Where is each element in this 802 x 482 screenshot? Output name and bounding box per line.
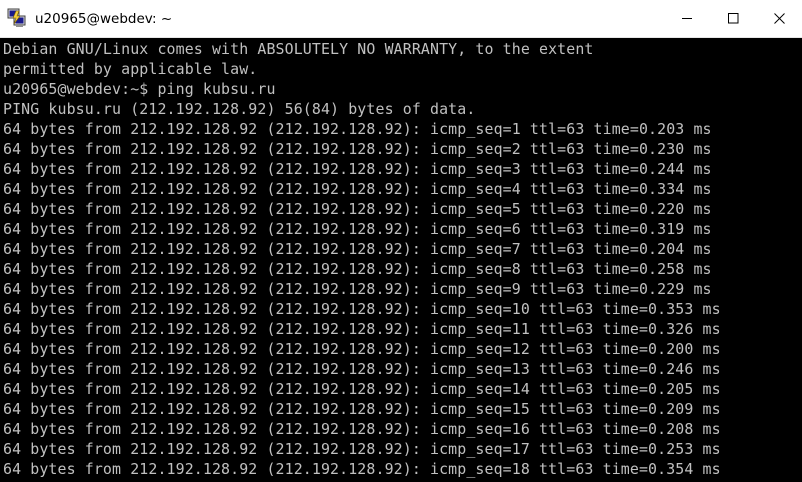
terminal-line: 64 bytes from 212.192.128.92 (212.192.12… [3,460,721,478]
terminal-line: permitted by applicable law. [3,60,258,78]
terminal-line: 64 bytes from 212.192.128.92 (212.192.12… [3,440,721,458]
terminal-line: 64 bytes from 212.192.128.92 (212.192.12… [3,400,721,418]
putty-app-icon[interactable] [7,8,27,28]
terminal-line: 64 bytes from 212.192.128.92 (212.192.12… [3,200,712,218]
terminal-line: 64 bytes from 212.192.128.92 (212.192.12… [3,360,721,378]
maximize-icon [728,13,739,24]
window-title: u20965@webdev: ~ [35,11,173,27]
title-bar[interactable]: u20965@webdev: ~ [0,0,802,38]
terminal-output[interactable]: Debian GNU/Linux comes with ABSOLUTELY N… [0,38,802,482]
terminal-line: PING kubsu.ru (212.192.128.92) 56(84) by… [3,100,476,118]
terminal-line: 64 bytes from 212.192.128.92 (212.192.12… [3,180,712,198]
close-icon [774,13,785,24]
minimize-icon [682,18,692,19]
terminal-line: 64 bytes from 212.192.128.92 (212.192.12… [3,140,712,158]
terminal-line: u20965@webdev:~$ ping kubsu.ru [3,80,276,98]
terminal-line: 64 bytes from 212.192.128.92 (212.192.12… [3,260,712,278]
terminal-line: 64 bytes from 212.192.128.92 (212.192.12… [3,420,721,438]
terminal-line: 64 bytes from 212.192.128.92 (212.192.12… [3,280,712,298]
terminal-line: 64 bytes from 212.192.128.92 (212.192.12… [3,120,712,138]
terminal-line: 64 bytes from 212.192.128.92 (212.192.12… [3,240,712,258]
terminal-line: 64 bytes from 212.192.128.92 (212.192.12… [3,300,721,318]
minimize-button[interactable] [664,0,710,37]
terminal-line: 64 bytes from 212.192.128.92 (212.192.12… [3,320,721,338]
maximize-button[interactable] [710,0,756,37]
terminal-line: 64 bytes from 212.192.128.92 (212.192.12… [3,380,721,398]
terminal-line: 64 bytes from 212.192.128.92 (212.192.12… [3,340,721,358]
terminal-line: 64 bytes from 212.192.128.92 (212.192.12… [3,220,712,238]
close-button[interactable] [756,0,802,37]
terminal-window: u20965@webdev: ~ Debian GNU/Linux comes … [0,0,802,482]
terminal-line: Debian GNU/Linux comes with ABSOLUTELY N… [3,40,594,58]
terminal-line: 64 bytes from 212.192.128.92 (212.192.12… [3,160,712,178]
